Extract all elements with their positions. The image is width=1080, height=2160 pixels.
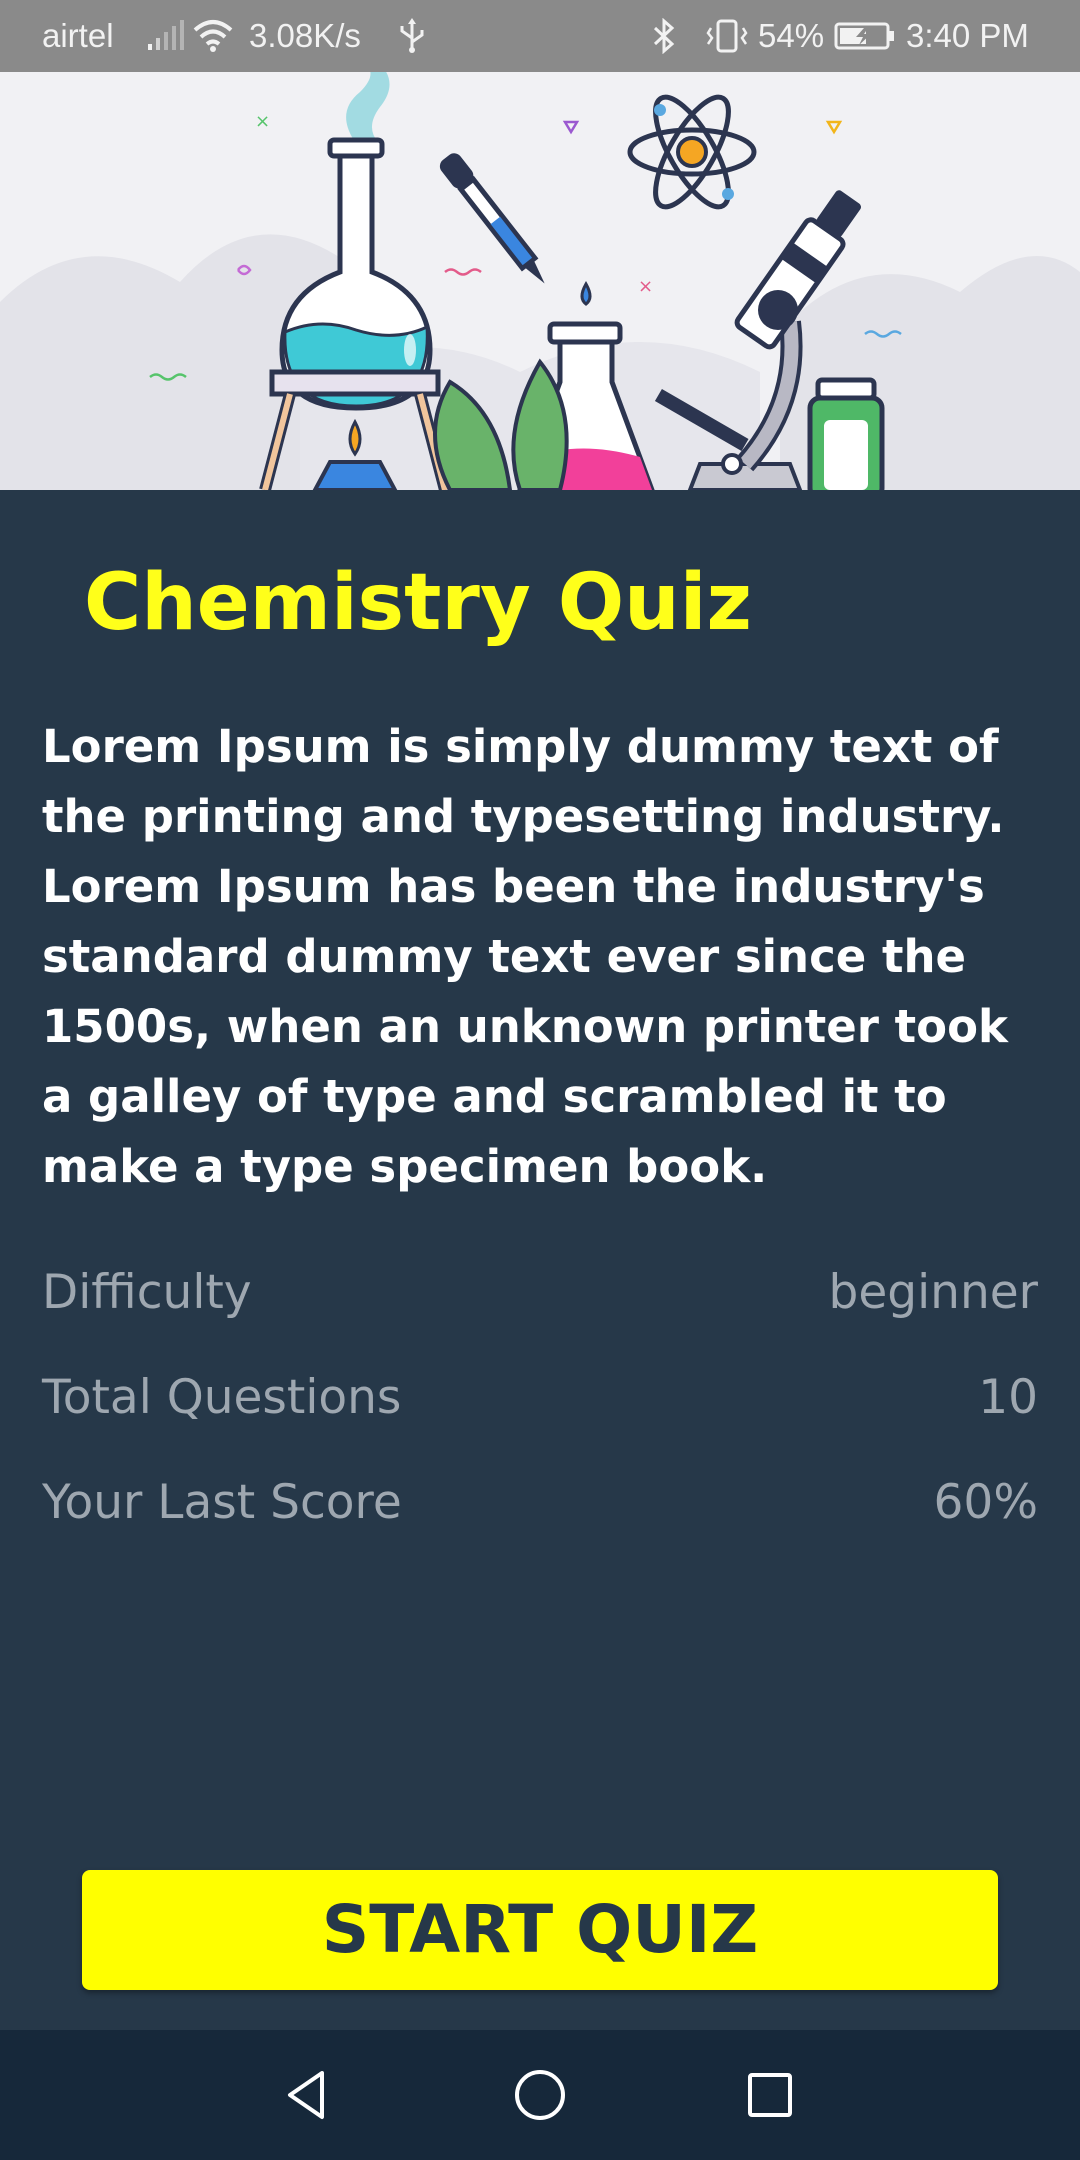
navigation-bar	[0, 2030, 1080, 2160]
wifi-icon	[193, 20, 233, 52]
quiz-title: Chemistry Quiz	[84, 558, 752, 648]
difficulty-value: beginner	[828, 1265, 1038, 1320]
last-score-row: Your Last Score 60%	[42, 1468, 1038, 1538]
home-icon[interactable]	[510, 2065, 570, 2125]
difficulty-label: Difficulty	[42, 1265, 252, 1320]
signal-icon	[148, 20, 184, 50]
chemistry-lab-illustration: × ×	[0, 72, 1080, 490]
carrier-name: airtel	[42, 17, 114, 54]
bluetooth-icon	[653, 18, 675, 54]
last-score-value: 60%	[933, 1475, 1038, 1530]
back-icon[interactable]	[278, 2065, 338, 2125]
total-questions-label: Total Questions	[42, 1370, 402, 1425]
total-questions-value: 10	[978, 1370, 1038, 1425]
vibrate-icon	[706, 19, 748, 53]
total-questions-row: Total Questions 10	[42, 1363, 1038, 1433]
quiz-description: Lorem Ipsum is simply dummy text of the …	[42, 720, 1008, 1193]
last-score-label: Your Last Score	[42, 1475, 402, 1530]
recents-icon[interactable]	[740, 2065, 800, 2125]
status-bar: airtel 3.08K/s 54% 3:40 PM	[0, 0, 1080, 72]
difficulty-row: Difficulty beginner	[42, 1258, 1038, 1328]
svg-text:×: ×	[255, 111, 270, 132]
battery-percent: 54%	[758, 17, 825, 54]
network-speed: 3.08K/s	[249, 17, 361, 54]
clock: 3:40 PM	[906, 17, 1029, 54]
start-quiz-button[interactable]: START QUIZ	[82, 1870, 998, 1990]
svg-text:×: ×	[638, 276, 653, 297]
usb-icon	[400, 18, 424, 53]
battery-icon	[834, 22, 894, 50]
